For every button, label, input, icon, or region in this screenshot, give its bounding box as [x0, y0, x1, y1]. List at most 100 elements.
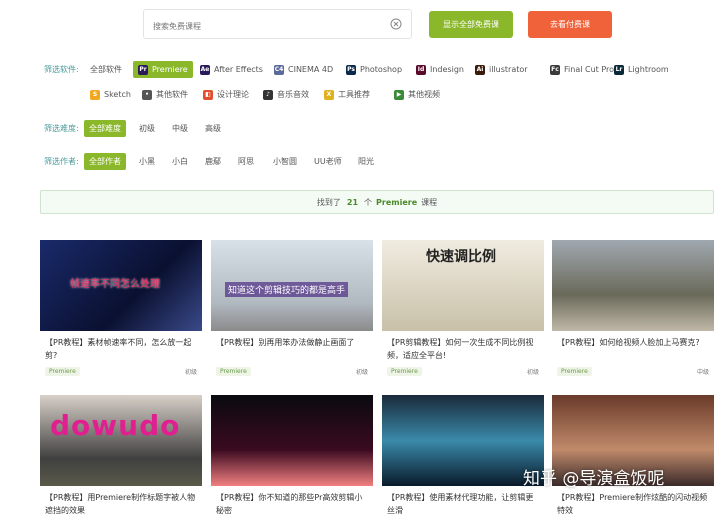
software-tag-3[interactable]: C4 CINEMA 4D — [269, 61, 338, 78]
software-icon: Ae — [200, 64, 210, 75]
software-icon: Lr — [614, 64, 624, 75]
software-tag-row2-5[interactable]: ▶ 其他视频 — [389, 86, 445, 103]
author-tag-3[interactable]: 鹿鄢 — [200, 153, 226, 170]
tag-label: illustrator — [489, 65, 528, 74]
software-icon: Fc — [550, 64, 560, 75]
author-tag-5[interactable]: 小智圆 — [268, 153, 302, 170]
thumbnail-caption: 知道这个剪辑技巧的都是高手 — [225, 282, 349, 297]
software-icon: Ps — [346, 64, 356, 75]
software-tag-0[interactable]: 全部软件 — [85, 61, 127, 78]
difficulty-tag-2[interactable]: 中级 — [167, 120, 193, 137]
software-tag-row2-3[interactable]: ♪ 音乐音效 — [258, 86, 314, 103]
difficulty-filter-label: 筛选难度: — [44, 124, 79, 133]
course-meta: Premiere 初级 — [45, 367, 197, 376]
course-card[interactable]: 快速调比例【PR剪辑教程】如何一次生成不同比例视频，适应全平台! Premiere… — [382, 240, 544, 376]
course-card[interactable]: 【PR教程】你不知道的那些Pr高效剪辑小秘密 — [211, 395, 373, 517]
tag-label: Final Cut Pro — [564, 65, 615, 74]
tag-label: 全部难度 — [89, 124, 121, 133]
tag-label: 工具推荐 — [338, 90, 370, 99]
course-meta: Premiere 初级 — [387, 367, 539, 376]
difficulty-tag-3[interactable]: 高级 — [200, 120, 226, 137]
software-badge: Premiere — [216, 367, 251, 376]
software-filter-label: 筛选软件: — [44, 65, 79, 74]
difficulty-level: 初级 — [526, 369, 539, 376]
course-card[interactable]: 知道这个剪辑技巧的都是高手【PR教程】别再用笨办法做静止画面了 Premiere 初… — [211, 240, 373, 376]
software-badge: Premiere — [557, 367, 592, 376]
course-title[interactable]: 【PR教程】别再用笨办法做静止画面了 — [216, 336, 368, 362]
software-tag-6[interactable]: Ai illustrator — [470, 61, 533, 78]
tag-label: 高级 — [205, 124, 221, 133]
tag-label: 其他软件 — [156, 90, 188, 99]
software-tag-5[interactable]: Id Indesign — [411, 61, 469, 78]
thumbnail-caption: 帧速率不同怎么处理 — [70, 279, 160, 290]
author-filter-label: 筛选作者: — [44, 157, 79, 166]
result-count-bar: 找到了 21 个 Premiere 课程 — [40, 190, 714, 214]
tag-label: Premiere — [152, 65, 188, 74]
software-tag-8[interactable]: Lr Lightroom — [609, 61, 674, 78]
course-thumbnail[interactable]: dowudo — [40, 395, 202, 486]
close-circle-icon[interactable] — [390, 18, 402, 30]
author-tag-6[interactable]: UU老师 — [309, 153, 347, 170]
search-box[interactable] — [143, 9, 412, 39]
author-tag-0[interactable]: 全部作者 — [84, 153, 126, 170]
software-tag-7[interactable]: Fc Final Cut Pro — [545, 61, 619, 78]
author-tag-4[interactable]: 阿思 — [233, 153, 259, 170]
tag-label: 其他视频 — [408, 90, 440, 99]
course-thumbnail[interactable]: 快速调比例 — [382, 240, 544, 331]
software-tag-row2-4[interactable]: X 工具推荐 — [319, 86, 375, 103]
software-tag-row2-0[interactable]: S Sketch — [85, 86, 136, 103]
course-card[interactable]: 【PR教程】使用素材代理功能，让剪辑更丝滑 — [382, 395, 544, 517]
course-card[interactable]: 【PR教程】如何给视频人脸加上马赛克? Premiere 中级 — [552, 240, 714, 376]
course-title[interactable]: 【PR教程】你不知道的那些Pr高效剪辑小秘密 — [216, 491, 368, 517]
software-tag-4[interactable]: Ps Photoshop — [341, 61, 407, 78]
course-title[interactable]: 【PR剪辑教程】如何一次生成不同比例视频，适应全平台! — [387, 336, 539, 362]
course-card[interactable]: dowudo 【PR教程】用Premiere制作标题字被人物遮挡的效果 — [40, 395, 202, 517]
course-thumbnail[interactable] — [552, 240, 714, 331]
tag-label: 全部作者 — [89, 157, 121, 166]
result-count: 21 — [346, 197, 359, 207]
software-tag-row2-2[interactable]: ◧ 设计理论 — [198, 86, 254, 103]
result-prefix: 找到了 — [316, 197, 341, 207]
paid-courses-button[interactable]: 去看付费课 — [528, 11, 612, 38]
search-input[interactable] — [151, 16, 385, 36]
difficulty-tag-0[interactable]: 全部难度 — [84, 120, 126, 137]
software-icon: X — [324, 89, 334, 100]
tag-label: 音乐音效 — [277, 90, 309, 99]
tag-label: Indesign — [430, 65, 464, 74]
course-title[interactable]: 【PR教程】如何给视频人脸加上马赛克? — [557, 336, 709, 362]
show-free-button[interactable]: 显示全部免费课 — [429, 11, 513, 38]
software-icon: ◧ — [203, 89, 213, 100]
software-icon: • — [142, 89, 152, 100]
course-card[interactable]: 帧速率不同怎么处理【PR教程】素材帧速率不同，怎么放一起剪? Premiere 初级 — [40, 240, 202, 376]
difficulty-level: 中级 — [696, 369, 709, 376]
course-title[interactable]: 【PR教程】用Premiere制作标题字被人物遮挡的效果 — [45, 491, 197, 517]
software-icon: Ai — [475, 64, 485, 75]
tag-label: 小智圆 — [273, 157, 297, 166]
course-title[interactable]: 【PR教程】使用素材代理功能，让剪辑更丝滑 — [387, 491, 539, 517]
course-meta: Premiere 初级 — [216, 367, 368, 376]
course-meta: Premiere 中级 — [557, 367, 709, 376]
course-title[interactable]: 【PR教程】素材帧速率不同，怎么放一起剪? — [45, 336, 197, 362]
author-tag-2[interactable]: 小白 — [167, 153, 193, 170]
course-thumbnail[interactable]: 知道这个剪辑技巧的都是高手 — [211, 240, 373, 331]
difficulty-tag-1[interactable]: 初级 — [134, 120, 160, 137]
course-title[interactable]: 【PR教程】Premiere制作炫酷的闪动视频特效 — [557, 491, 709, 517]
course-thumbnail[interactable] — [382, 395, 544, 486]
result-unit: 个 — [364, 197, 373, 207]
author-tag-1[interactable]: 小黑 — [134, 153, 160, 170]
software-icon: C4 — [274, 64, 284, 75]
course-card[interactable]: 【PR教程】Premiere制作炫酷的闪动视频特效 — [552, 395, 714, 517]
software-tag-row2-1[interactable]: • 其他软件 — [137, 86, 193, 103]
tag-label: After Effects — [214, 65, 263, 74]
software-icon: Pr — [138, 64, 148, 75]
software-icon: Id — [416, 64, 426, 75]
tag-label: Sketch — [104, 90, 131, 99]
thumbnail-caption: 快速调比例 — [426, 249, 496, 265]
software-tag-2[interactable]: Ae After Effects — [195, 61, 268, 78]
software-tag-1[interactable]: Pr Premiere — [133, 61, 193, 78]
course-thumbnail[interactable]: 帧速率不同怎么处理 — [40, 240, 202, 331]
author-tag-7[interactable]: 阳光 — [353, 153, 379, 170]
top-bar: 显示全部免费课 去看付费课 — [0, 0, 720, 52]
software-badge: Premiere — [45, 367, 80, 376]
course-thumbnail[interactable] — [211, 395, 373, 486]
